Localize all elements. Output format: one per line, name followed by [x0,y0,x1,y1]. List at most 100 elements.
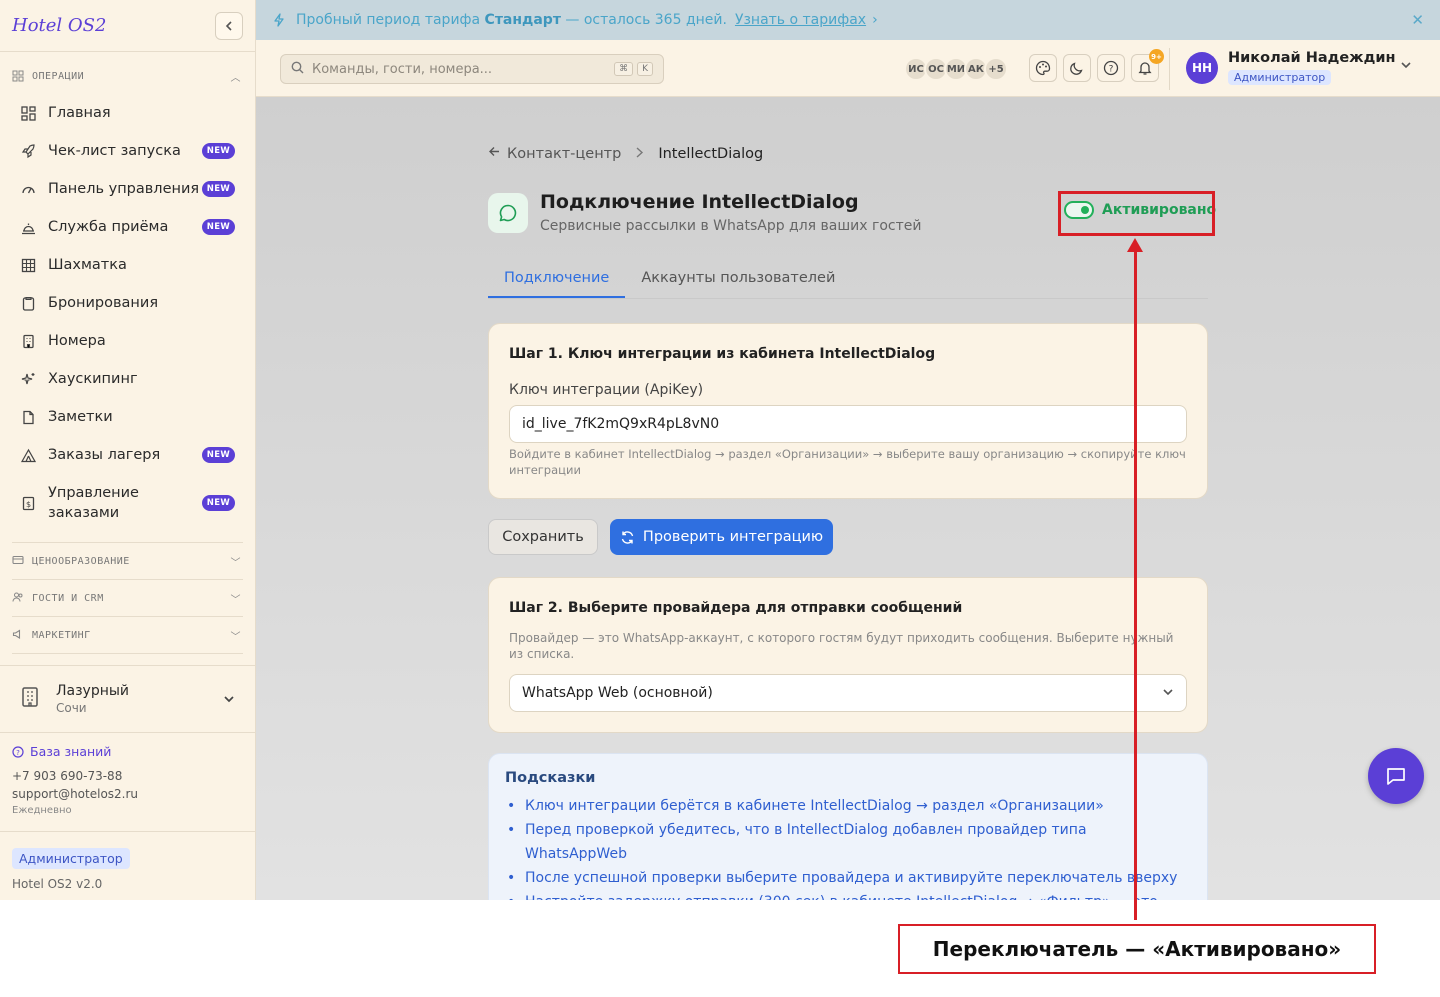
sidebar-item[interactable]: Бронирования [0,284,255,322]
api-key-hint: Войдите в кабинет IntellectDialog → разд… [509,447,1186,477]
section-header-operations[interactable]: ОПЕРАЦИИ ︿ [0,58,255,94]
support-schedule: Ежедневно [12,805,72,816]
dashboard-icon [20,105,36,121]
banner-pricing-link[interactable]: Узнать о тарифах [735,12,866,28]
hotel-city: Сочи [56,701,87,715]
api-key-value: id_live_7fK2mQ9xR4pL8vN0 [522,416,720,432]
section-collapsed: МАРКЕТИНГ ﹀ [12,616,243,653]
tabs: Подключение Аккаунты пользователей [488,263,1208,299]
user-info: Николай Надеждин Администратор [1228,50,1396,85]
collapse-sidebar-button[interactable] [215,11,243,40]
list-item: Настройте задержку отправки (300 сек) в … [505,890,1191,900]
chevron-up-icon: ︿ [230,72,241,84]
annotation-callout: Переключатель — «Активировано» [898,924,1376,974]
chevron-left-icon [225,20,232,31]
sidebar-item[interactable]: Шахматка [0,246,255,284]
support-email[interactable]: support@hotelos2.ru [12,787,138,801]
close-banner-icon[interactable]: ✕ [1411,11,1424,29]
sidebar-item-label: Панель управления [48,181,200,197]
provider-selected: WhatsApp Web (основной) [522,685,713,701]
sidebar-item-label: Управление заказами [48,485,139,521]
user-name: Николай Надеждин [1228,50,1396,66]
support-phone[interactable]: +7 903 690-73-88 [12,769,138,783]
banner-days: — осталось 365 дней. [565,12,727,28]
help-button[interactable]: ? [1097,54,1125,82]
sidebar-item-label: Бронирования [48,295,159,311]
sidebar-item[interactable]: Номера [0,322,255,360]
page-subtitle: Сервисные рассылки в WhatsApp для ваших … [540,218,922,234]
chevron-down-icon [1162,686,1174,701]
annotation-arrow-head [1127,238,1143,252]
moon-icon [1070,62,1083,75]
sidebar-item-label: Шахматка [48,257,127,273]
notifications-button[interactable]: 9+ [1131,49,1164,82]
section-label: ГОСТИ И CRM [32,592,104,604]
user-menu[interactable]: НН Николай Надеждин Администратор [1186,50,1411,85]
avatar: НН [1186,51,1218,84]
knowledge-base-link[interactable]: ? База знаний [12,744,138,759]
provider-select[interactable]: WhatsApp Web (основной) [509,674,1187,712]
list-item: Перед проверкой убедитесь, что в Intelle… [505,818,1191,866]
page-title: Подключение IntellectDialog [540,191,859,213]
api-key-input[interactable]: id_live_7fK2mQ9xR4pL8vN0 [509,405,1187,443]
search-placeholder: Команды, гости, номера... [312,61,493,77]
topbar: Команды, гости, номера... ⌘ K ИС ОС МИ А… [256,40,1440,97]
banner-text: Пробный период тарифа [296,12,481,28]
chat-button[interactable] [1368,748,1424,804]
section-header[interactable]: ЦЕНООБРАЗОВАНИЕ ﹀ [12,543,243,579]
verify-integration-button[interactable]: Проверить интеграцию [610,519,833,555]
tips-list: Ключ интеграции берётся в кабинете Intel… [505,794,1191,900]
divider [1169,48,1170,90]
chevron-down-icon [1400,59,1412,74]
section-collapsed: ЦЕНООБРАЗОВАНИЕ ﹀ [12,542,243,579]
user-role-badge: Администратор [1228,70,1332,85]
bell-icon [1138,62,1152,75]
step2-card: Шаг 2. Выберите провайдера для отправки … [488,577,1208,733]
section-header[interactable]: ГОСТИ И CRM ﹀ [12,580,243,616]
dark-mode-button[interactable] [1063,54,1091,82]
breadcrumb-back-link[interactable]: Контакт-центр [507,146,621,162]
sidebar-item[interactable]: Главная [0,94,255,132]
sidebar-item[interactable]: Заказы лагеря NEW [0,436,255,474]
online-users[interactable]: ИС ОС МИ АК +5 [904,57,1008,81]
back-arrow-icon[interactable] [488,145,501,162]
sidebar-item-label: Заметки [48,409,113,425]
help-circle-icon: ? [1103,60,1119,76]
brand-logo: Hotel OS2 [12,15,107,36]
sidebar-item[interactable]: Панель управления NEW [0,170,255,208]
grid-icon [20,257,36,273]
tab-connection[interactable]: Подключение [488,263,626,298]
sidebar-item-label: Заказы лагеря [48,447,161,463]
section-header[interactable]: МАРКЕТИНГ ﹀ [12,617,243,653]
note-icon [20,409,36,425]
hotel-name: Лазурный [56,683,130,699]
sidebar-item[interactable]: Хаускипинг [0,360,255,398]
help-circle-icon: ? [12,745,24,758]
highlight-box [1058,191,1215,236]
chevron-down-icon: ﹀ [230,631,241,643]
gauge-icon [20,181,36,197]
role-badge: Администратор [12,848,130,869]
building-icon [20,686,46,712]
sidebar-item[interactable]: $ Управление заказами NEW [0,474,255,532]
save-button[interactable]: Сохранить [488,519,598,555]
hotel-selector[interactable]: Лазурный Сочи [0,665,255,733]
sidebar-item[interactable]: Чек-лист запуска NEW [0,132,255,170]
sidebar-item-label: Номера [48,333,106,349]
sidebar-item[interactable]: Заметки [0,398,255,436]
chat-icon [1387,768,1405,785]
users-icon [12,591,24,606]
sidebar: Hotel OS2 ОПЕРАЦИИ ︿ Главная Чек-лист зап… [0,0,256,900]
chevron-down-icon: ﹀ [230,594,241,606]
hotel-names: Лазурный Сочи [56,683,223,715]
new-badge: NEW [201,219,235,235]
section-label: ОПЕРАЦИИ [32,70,85,82]
tab-user-accounts[interactable]: Аккаунты пользователей [625,263,851,298]
theme-palette-button[interactable] [1029,54,1057,82]
command-search-input[interactable]: Команды, гости, номера... ⌘ K [280,54,664,84]
trial-banner: Пробный период тарифа Стандарт — осталос… [256,0,1440,40]
svg-text:$: $ [25,500,30,509]
app-version: Hotel OS2 v2.0 [12,877,103,891]
sidebar-item[interactable]: Служба приёма NEW [0,208,255,246]
pricing-icon [12,554,24,569]
